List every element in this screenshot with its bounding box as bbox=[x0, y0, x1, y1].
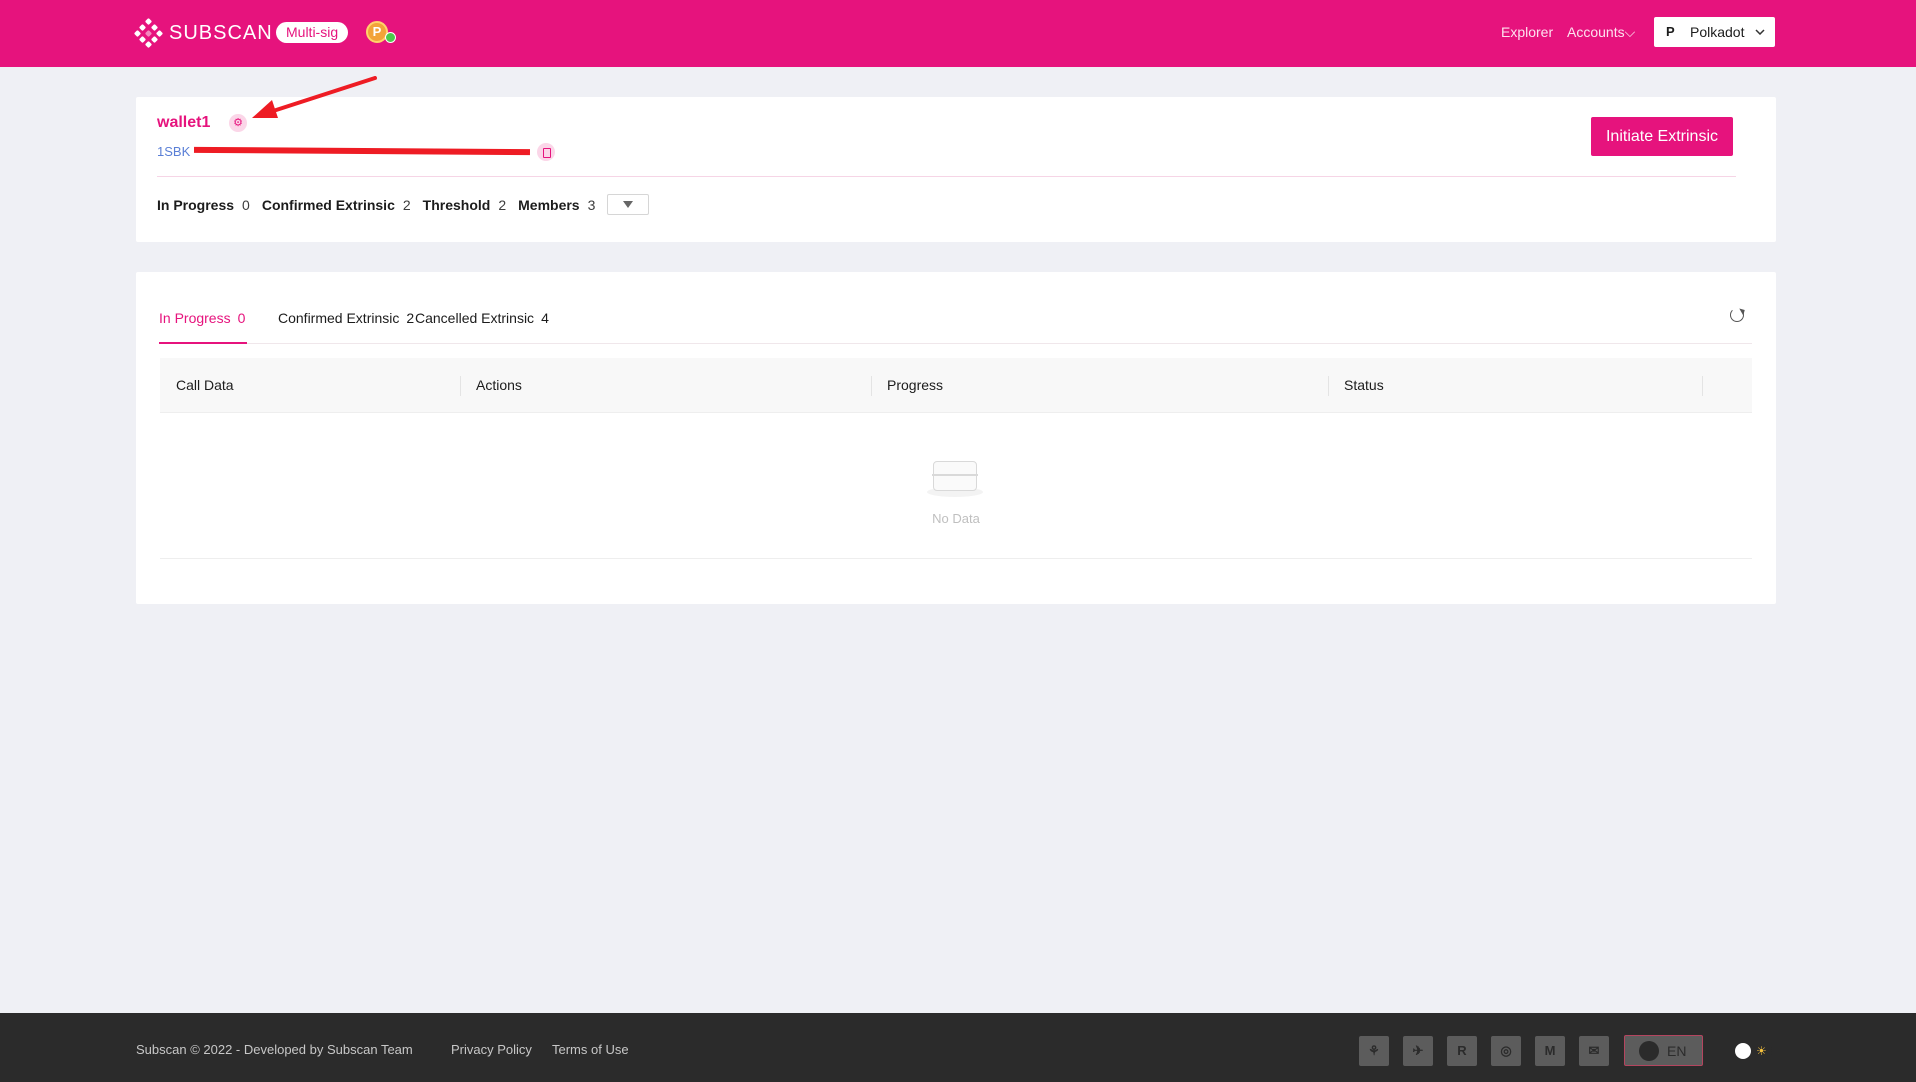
footer: Subscan © 2022 - Developed by Subscan Te… bbox=[0, 1013, 1916, 1082]
nav-accounts-menu[interactable]: Accounts⌵ bbox=[1567, 24, 1635, 41]
medium-icon[interactable]: M bbox=[1535, 1036, 1565, 1066]
tab-confirmed-extrinsic[interactable]: Confirmed Extrinsic 2 bbox=[278, 310, 414, 344]
top-navigation-bar: SUBSCAN Multi-sig P Explorer Accounts⌵ P… bbox=[0, 0, 1916, 67]
copy-icon[interactable] bbox=[537, 143, 555, 161]
connected-check-icon bbox=[385, 32, 396, 43]
empty-inbox-icon bbox=[927, 461, 983, 497]
stat-threshold: Threshold 2 bbox=[422, 196, 507, 213]
terms-of-use-link[interactable]: Terms of Use bbox=[552, 1042, 629, 1057]
table-header: Call Data Actions Progress Status bbox=[160, 358, 1752, 413]
members-expand-dropdown[interactable] bbox=[607, 194, 650, 215]
tab-cancelled-extrinsic[interactable]: Cancelled Extrinsic 4 bbox=[415, 310, 549, 344]
chevron-down-icon bbox=[1755, 29, 1765, 35]
stat-in-progress: In Progress 0 bbox=[157, 196, 250, 213]
wallet-summary-card: wallet1 ⚙ 1SBK In Progress 0 Confirmed Ex… bbox=[136, 97, 1776, 242]
github-icon[interactable]: ◎ bbox=[1491, 1036, 1521, 1066]
column-actions: Actions bbox=[460, 358, 871, 413]
logo-mark-icon bbox=[133, 17, 164, 49]
empty-state: No Data bbox=[160, 413, 1752, 559]
column-status: Status bbox=[1328, 358, 1702, 413]
tab-in-progress[interactable]: In Progress 0 bbox=[159, 310, 247, 344]
wallet-stats: In Progress 0 Confirmed Extrinsic 2 Thresh… bbox=[157, 194, 650, 215]
wallet-address-link[interactable]: 1SBK bbox=[157, 144, 190, 159]
column-call-data: Call Data bbox=[176, 377, 234, 393]
globe-icon bbox=[1639, 1040, 1659, 1061]
annotation-arrow bbox=[252, 76, 377, 118]
settings-gear-icon[interactable]: ⚙ bbox=[229, 114, 247, 132]
polkadot-logo-icon: P bbox=[1666, 24, 1675, 39]
subscan-logo[interactable]: SUBSCAN bbox=[133, 17, 273, 49]
refresh-icon[interactable] bbox=[1730, 308, 1744, 322]
mail-icon[interactable]: ✉ bbox=[1579, 1036, 1609, 1066]
logo-text: SUBSCAN bbox=[169, 21, 273, 44]
wallet-name: wallet1 bbox=[157, 114, 211, 131]
column-progress: Progress bbox=[871, 358, 1328, 413]
divider bbox=[157, 176, 1736, 177]
telegram-icon[interactable]: ✈ bbox=[1403, 1036, 1433, 1066]
redaction-mark bbox=[193, 146, 531, 156]
r-icon[interactable]: R bbox=[1447, 1036, 1477, 1066]
sun-icon: ☀ bbox=[1756, 1044, 1767, 1058]
privacy-policy-link[interactable]: Privacy Policy bbox=[451, 1042, 532, 1057]
network-select[interactable]: P Polkadot bbox=[1654, 17, 1775, 47]
element-icon[interactable]: ⚘ bbox=[1359, 1036, 1389, 1066]
nav-explorer-link[interactable]: Explorer bbox=[1501, 24, 1553, 40]
extrinsics-card: In Progress 0 Confirmed Extrinsic 2 Cancel… bbox=[136, 272, 1776, 604]
language-value: EN bbox=[1667, 1042, 1687, 1059]
language-select[interactable]: EN bbox=[1624, 1035, 1703, 1066]
multisig-badge: Multi-sig bbox=[276, 22, 349, 43]
extrinsic-tabs: In Progress 0 Confirmed Extrinsic 2 Cancel… bbox=[159, 310, 1752, 344]
network-select-value: Polkadot bbox=[1690, 24, 1745, 40]
no-data-text: No Data bbox=[932, 511, 980, 526]
caret-down-icon bbox=[623, 201, 634, 208]
column-extra bbox=[1702, 358, 1752, 413]
footer-copyright: Subscan © 2022 - Developed by Subscan Te… bbox=[136, 1042, 413, 1057]
chevron-down-icon: ⌵ bbox=[1624, 24, 1636, 40]
initiate-extrinsic-button[interactable]: Initiate Extrinsic bbox=[1591, 117, 1733, 156]
stat-members: Members 3 bbox=[518, 196, 596, 213]
theme-toggle[interactable]: ☀ bbox=[1734, 1042, 1772, 1060]
nav-accounts-label: Accounts bbox=[1567, 24, 1625, 40]
toggle-knob bbox=[1735, 1043, 1751, 1059]
stat-confirmed-extrinsic: Confirmed Extrinsic 2 bbox=[261, 196, 411, 213]
